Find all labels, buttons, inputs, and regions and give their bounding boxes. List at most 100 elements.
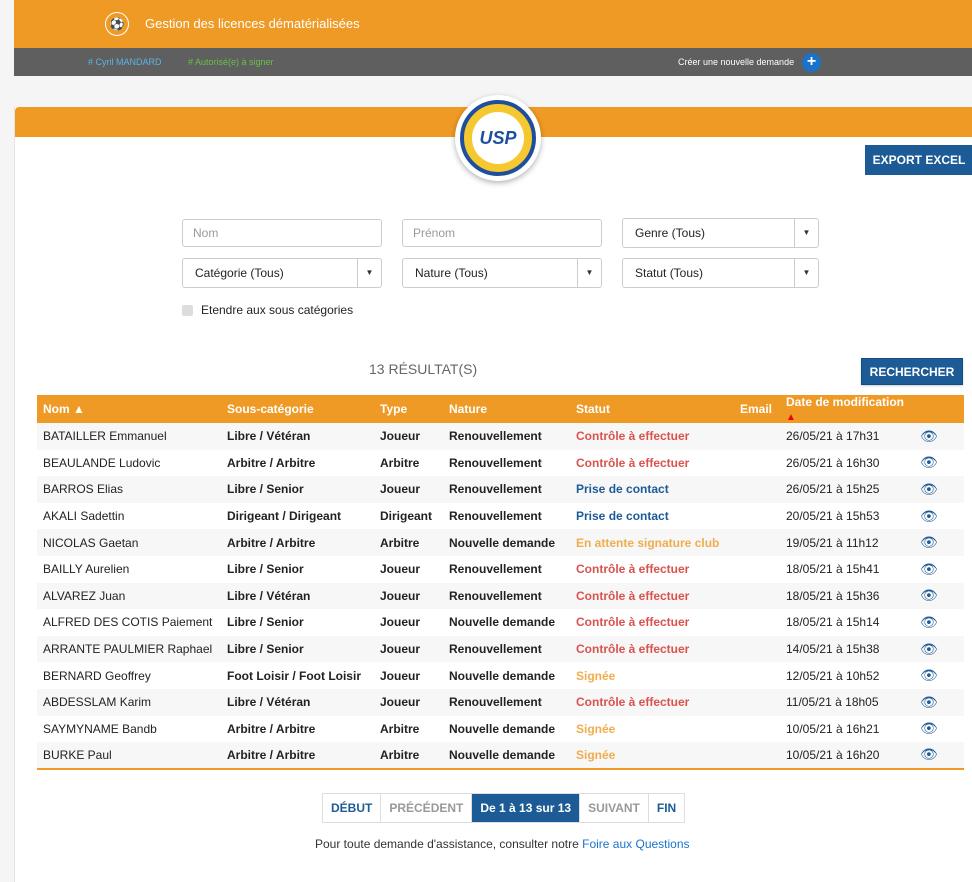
eye-icon[interactable]: 👁 xyxy=(920,667,938,683)
cell-type: Joueur xyxy=(374,609,443,636)
cell-statut: Contrôle à effectuer xyxy=(570,635,734,663)
eye-icon[interactable]: 👁 xyxy=(920,587,938,603)
cell-statut: Contrôle à effectuer xyxy=(570,449,734,477)
cell-email xyxy=(734,502,780,530)
table-row[interactable]: AKALI Sadettin Dirigeant / Dirigeant Dirig… xyxy=(37,502,964,530)
cell-date: 11/05/21 à 18h05 xyxy=(780,688,914,716)
cell-type: Arbitre xyxy=(374,529,443,556)
nom-input[interactable]: Nom xyxy=(182,219,382,247)
cell-type: Dirigeant xyxy=(374,502,443,530)
table-row[interactable]: BEAULANDE Ludovic Arbitre / Arbitre Arbitr… xyxy=(37,449,964,477)
table-row[interactable]: ARRANTE PAULMIER Raphael Libre / Senior Jo… xyxy=(37,635,964,663)
genre-select-value: Genre (Tous) xyxy=(635,226,706,240)
cell-nom: ABDESSLAM Karim xyxy=(37,688,221,716)
eye-icon[interactable]: 👁 xyxy=(920,481,938,497)
extend-subcategories-label: Etendre aux sous catégories xyxy=(201,303,354,317)
table-row[interactable]: BARROS Elias Libre / Senior Joueur Renouvel… xyxy=(37,476,964,503)
cell-date: 10/05/21 à 16h21 xyxy=(780,715,914,743)
eye-icon[interactable]: 👁 xyxy=(920,508,938,524)
cell-type: Joueur xyxy=(374,688,443,716)
col-statut-header[interactable]: Statut xyxy=(570,395,734,423)
eye-icon[interactable]: 👁 xyxy=(920,641,938,657)
statut-select[interactable]: Statut (Tous) ▼ xyxy=(622,258,819,288)
categorie-select-value: Catégorie (Tous) xyxy=(195,266,284,280)
table-row[interactable]: BERNARD Geoffrey Foot Loisir / Foot Loisi… xyxy=(37,662,964,689)
genre-select[interactable]: Genre (Tous) ▼ xyxy=(622,218,819,248)
club-logo: USP xyxy=(455,95,541,181)
col-email-header[interactable]: Email xyxy=(734,395,780,423)
cell-nom: BARROS Elias xyxy=(37,476,221,503)
club-logo-text: USP xyxy=(472,112,524,164)
col-nature-header[interactable]: Nature xyxy=(443,395,570,423)
cell-actions: 👁 xyxy=(914,529,964,556)
cell-actions: 👁 xyxy=(914,476,964,503)
pager-current: De 1 à 13 sur 13 xyxy=(472,794,581,822)
pager-last-button[interactable]: FIN xyxy=(649,794,684,822)
table-row[interactable]: ALFRED DES COTIS Paiement Libre / Senior J… xyxy=(37,609,964,636)
cell-nom: BAILLY Aurelien xyxy=(37,555,221,583)
cell-statut: Contrôle à effectuer xyxy=(570,609,734,636)
cell-date: 26/05/21 à 15h25 xyxy=(780,476,914,503)
cell-date: 10/05/21 à 16h20 xyxy=(780,742,914,770)
cell-date: 18/05/21 à 15h41 xyxy=(780,555,914,583)
table-row[interactable]: BURKE Paul Arbitre / Arbitre Arbitre Nouvel… xyxy=(37,742,964,770)
cell-actions: 👁 xyxy=(914,609,964,636)
cell-actions: 👁 xyxy=(914,715,964,743)
chevron-down-icon: ▼ xyxy=(794,259,818,287)
cell-email xyxy=(734,476,780,503)
export-excel-button[interactable]: EXPORT EXCEL xyxy=(865,145,972,175)
plus-icon[interactable]: + xyxy=(802,53,821,72)
table-row[interactable]: SAYMYNAME Bandb Arbitre / Arbitre Arbitre N… xyxy=(37,715,964,743)
eye-icon[interactable]: 👁 xyxy=(920,561,938,577)
pager-next-button[interactable]: SUIVANT xyxy=(580,794,649,822)
pager-prev-button[interactable]: PRÉCÉDENT xyxy=(381,794,473,822)
cell-souscategorie: Foot Loisir / Foot Loisir xyxy=(221,662,374,689)
pager-first-button[interactable]: DÉBUT xyxy=(323,794,382,822)
cell-souscategorie: Libre / Senior xyxy=(221,635,374,663)
create-request-link[interactable]: Créer une nouvelle demande xyxy=(678,57,794,67)
cell-souscategorie: Libre / Senior xyxy=(221,555,374,583)
nature-select[interactable]: Nature (Tous) ▼ xyxy=(402,258,602,288)
licences-table: Nom ▲ Sous-catégorie Type Nature Statut … xyxy=(37,395,964,770)
eye-icon[interactable]: 👁 xyxy=(920,454,938,470)
extend-subcategories-checkbox[interactable] xyxy=(182,305,193,316)
eye-icon[interactable]: 👁 xyxy=(920,614,938,630)
eye-icon[interactable]: 👁 xyxy=(920,428,938,444)
table-row[interactable]: BAILLY Aurelien Libre / Senior Joueur Renou… xyxy=(37,555,964,583)
cell-actions: 👁 xyxy=(914,502,964,530)
cell-type: Joueur xyxy=(374,423,443,450)
cell-nature: Nouvelle demande xyxy=(443,609,570,636)
fff-logo-icon: ⚽ xyxy=(105,12,129,36)
cell-statut: Signée xyxy=(570,742,734,770)
eye-icon[interactable]: 👁 xyxy=(920,720,938,736)
table-row[interactable]: BATAILLER Emmanuel Libre / Vétéran Joueur R… xyxy=(37,423,964,450)
eye-icon[interactable]: 👁 xyxy=(920,534,938,550)
col-date-header[interactable]: Date de modification ▲ xyxy=(780,395,914,423)
col-type-header[interactable]: Type xyxy=(374,395,443,423)
search-button[interactable]: RECHERCHER xyxy=(861,358,963,385)
cell-nom: SAYMYNAME Bandb xyxy=(37,715,221,743)
cell-email xyxy=(734,662,780,689)
cell-type: Joueur xyxy=(374,582,443,610)
col-souscategorie-header[interactable]: Sous-catégorie xyxy=(221,395,374,423)
eye-icon[interactable]: 👁 xyxy=(920,746,938,762)
nature-select-value: Nature (Tous) xyxy=(415,266,488,280)
table-row[interactable]: ABDESSLAM Karim Libre / Vétéran Joueur Reno… xyxy=(37,688,964,716)
results-count: 13 RÉSULTAT(S) xyxy=(369,361,478,377)
user-name[interactable]: # Cyril MANDARD xyxy=(88,57,162,67)
cell-nom: ALFRED DES COTIS Paiement xyxy=(37,609,221,636)
cell-email xyxy=(734,688,780,716)
cell-statut: Contrôle à effectuer xyxy=(570,582,734,610)
table-row[interactable]: NICOLAS Gaetan Arbitre / Arbitre Arbitre No… xyxy=(37,529,964,556)
col-nom-header[interactable]: Nom ▲ xyxy=(37,395,221,423)
table-row[interactable]: ALVAREZ Juan Libre / Vétéran Joueur Renouve… xyxy=(37,582,964,610)
col-date-label: Date de modification xyxy=(786,395,905,409)
cell-nature: Renouvellement xyxy=(443,688,570,716)
cell-type: Arbitre xyxy=(374,449,443,477)
cell-date: 26/05/21 à 16h30 xyxy=(780,449,914,477)
cell-actions: 👁 xyxy=(914,662,964,689)
categorie-select[interactable]: Catégorie (Tous) ▼ xyxy=(182,258,382,288)
faq-link[interactable]: Foire aux Questions xyxy=(582,837,689,851)
prenom-input[interactable]: Prénom xyxy=(402,219,602,247)
eye-icon[interactable]: 👁 xyxy=(920,694,938,710)
